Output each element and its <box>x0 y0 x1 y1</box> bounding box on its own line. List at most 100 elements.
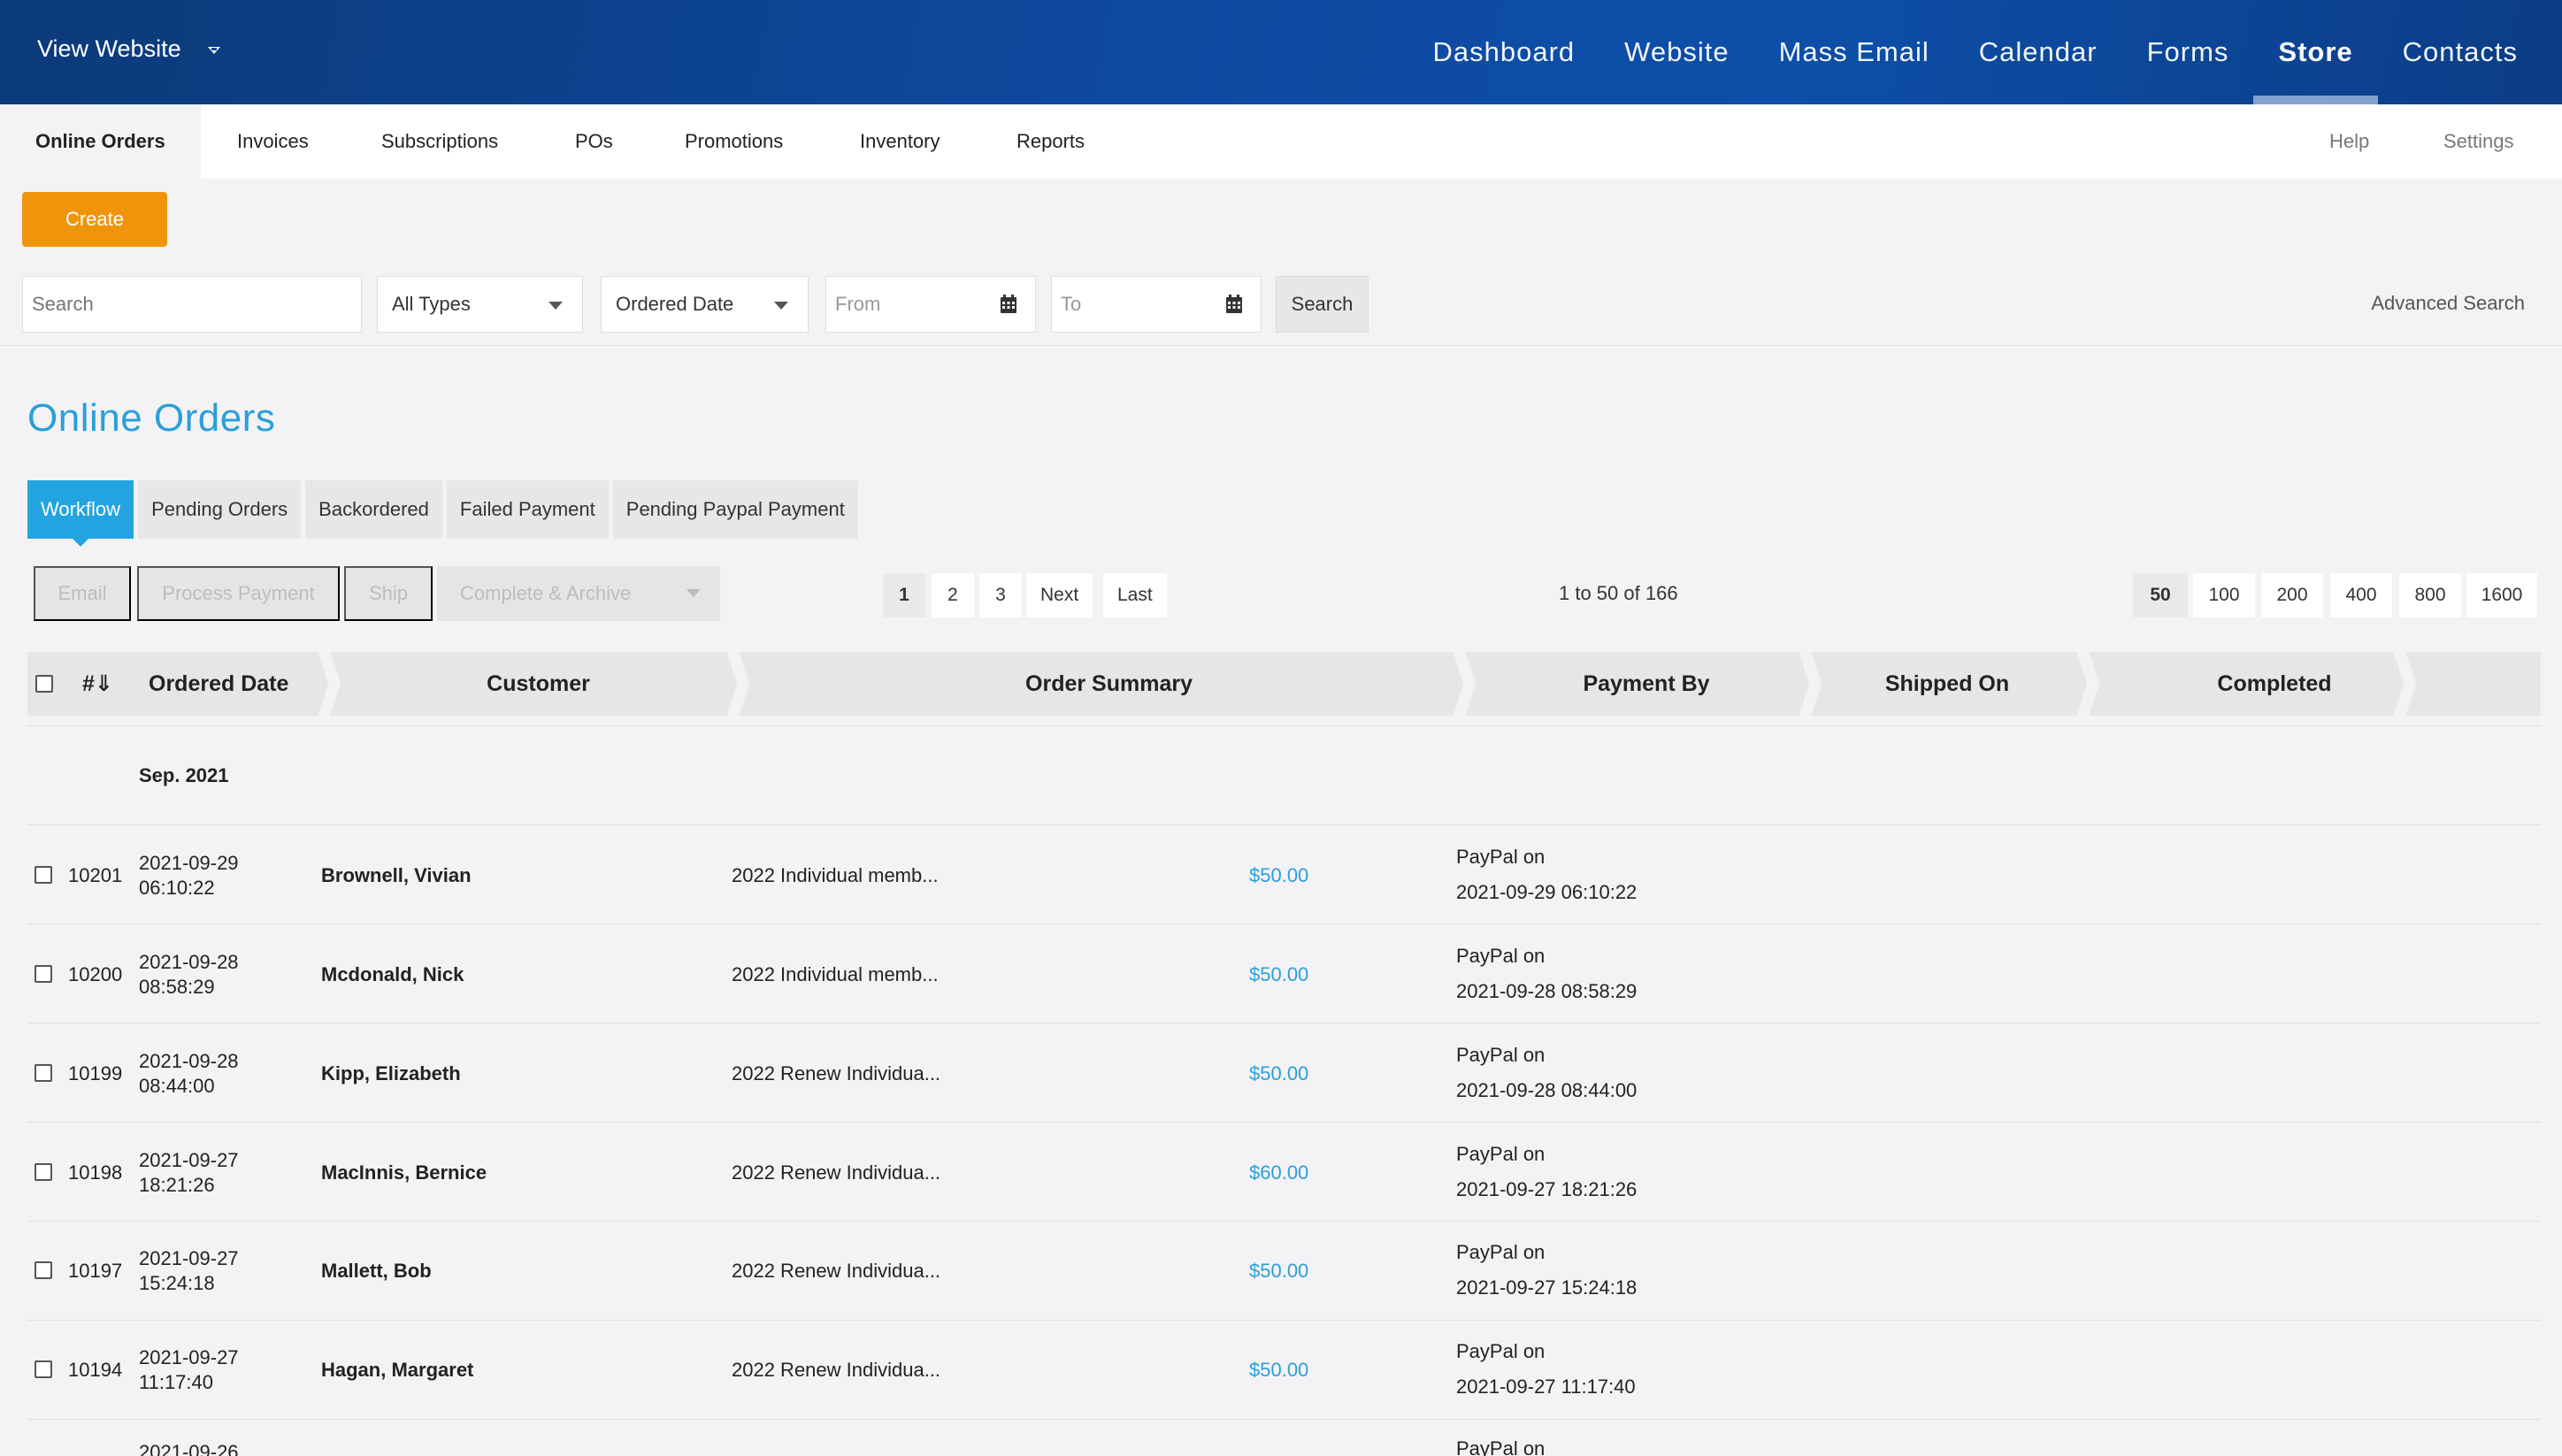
order-summary: 2022 Renew Individua... <box>732 1062 941 1084</box>
order-amount: $50.00 <box>1249 1062 1309 1084</box>
column-divider <box>732 652 744 716</box>
last-page-button[interactable]: Last <box>1103 573 1167 617</box>
order-number[interactable]: 10200 <box>68 962 122 987</box>
order-number[interactable]: 10198 <box>68 1161 122 1185</box>
subnav-reports[interactable]: Reports <box>1016 104 1085 179</box>
page-size-400[interactable]: 400 <box>2330 573 2392 617</box>
page-1-button[interactable]: 1 <box>883 573 925 617</box>
col-number[interactable]: #⇓ <box>82 652 113 716</box>
order-time: 11:17:40 <box>139 1371 214 1393</box>
view-website-dropdown[interactable]: View Website <box>37 35 220 63</box>
page-size-800[interactable]: 800 <box>2399 573 2461 617</box>
order-summary: 2022 Renew Individua... <box>732 1161 941 1184</box>
row-separator <box>27 923 2541 924</box>
order-number[interactable]: 10197 <box>68 1259 122 1284</box>
chevron-down-icon <box>548 302 563 310</box>
calendar-icon[interactable] <box>1000 295 1017 314</box>
calendar-icon[interactable] <box>1225 295 1243 314</box>
to-date-input[interactable]: To <box>1051 276 1262 333</box>
customer-name[interactable]: Brownell, Vivian <box>321 863 472 888</box>
order-date: 2021-09-27 <box>139 1346 239 1368</box>
subnav-pos[interactable]: POs <box>575 104 613 179</box>
nav-mass-email[interactable]: Mass Email <box>1779 0 1929 104</box>
tab-workflow[interactable]: Workflow <box>27 480 134 547</box>
row-checkbox[interactable] <box>35 1064 52 1082</box>
col-shipped-on[interactable]: Shipped On <box>1819 652 2075 716</box>
nav-contacts[interactable]: Contacts <box>2403 0 2518 104</box>
help-link[interactable]: Help <box>2329 104 2369 179</box>
nav-website[interactable]: Website <box>1624 0 1729 104</box>
order-number[interactable]: 10201 <box>68 863 122 888</box>
col-payment-by[interactable]: Payment By <box>1474 652 1819 716</box>
payment-date: 2021-09-28 08:44:00 <box>1456 1079 1638 1101</box>
row-checkbox[interactable] <box>35 965 52 983</box>
order-date: 2021-09-27 <box>139 1247 239 1269</box>
nav-store[interactable]: Store <box>2253 0 2378 104</box>
row-checkbox[interactable] <box>35 1360 52 1378</box>
create-button[interactable]: Create <box>22 192 167 247</box>
payment-method: PayPal on <box>1456 1044 1546 1066</box>
customer-name[interactable]: Mcdonald, Nick <box>321 962 464 987</box>
tab-pending-paypal-payment[interactable]: Pending Paypal Payment <box>612 480 858 539</box>
month-group-label: Sep. 2021 <box>139 764 229 786</box>
search-input[interactable] <box>22 276 362 333</box>
customer-name[interactable]: MacInnis, Bernice <box>321 1161 487 1185</box>
search-button[interactable]: Search <box>1276 276 1369 333</box>
page-2-button[interactable]: 2 <box>932 573 974 617</box>
subnav-subscriptions[interactable]: Subscriptions <box>381 104 498 179</box>
date-field-select[interactable]: Ordered Date <box>601 276 809 333</box>
order-time: 15:24:18 <box>139 1272 215 1294</box>
payment-method: PayPal on <box>1456 945 1546 967</box>
customer-name[interactable]: Mallett, Bob <box>321 1259 432 1284</box>
page-3-button[interactable]: 3 <box>979 573 1022 617</box>
order-amount: $50.00 <box>1249 864 1309 886</box>
type-select[interactable]: All Types <box>377 276 583 333</box>
order-summary: 2022 Renew Individua... <box>732 1359 941 1381</box>
subnav-inventory[interactable]: Inventory <box>860 104 940 179</box>
order-date: 2021-09-26 <box>139 1441 239 1456</box>
col-order-summary[interactable]: Order Summary <box>748 652 1469 716</box>
col-customer[interactable]: Customer <box>341 652 735 716</box>
nav-calendar[interactable]: Calendar <box>1979 0 2098 104</box>
customer-name[interactable]: Kipp, Elizabeth <box>321 1061 461 1086</box>
page-size-100[interactable]: 100 <box>2193 573 2255 617</box>
order-time: 06:10:22 <box>139 877 215 899</box>
order-date: 2021-09-28 <box>139 1050 239 1072</box>
tab-pending-orders[interactable]: Pending Orders <box>138 480 302 539</box>
page-size-50[interactable]: 50 <box>2133 573 2188 617</box>
order-number[interactable]: 10199 <box>68 1061 122 1086</box>
next-page-button[interactable]: Next <box>1026 573 1093 617</box>
top-navigation-bar: View Website Dashboard Website Mass Emai… <box>0 0 2562 104</box>
ship-button[interactable]: Ship <box>344 566 433 621</box>
column-divider <box>2082 652 2094 716</box>
email-button[interactable]: Email <box>34 566 131 621</box>
subnav-promotions[interactable]: Promotions <box>685 104 783 179</box>
order-date: 2021-09-27 <box>139 1149 239 1171</box>
page-title: Online Orders <box>27 396 276 440</box>
column-divider <box>1458 652 1470 716</box>
col-ordered-date[interactable]: Ordered Date <box>149 652 288 716</box>
results-range: 1 to 50 of 166 <box>1559 582 1678 604</box>
select-all-checkbox[interactable] <box>35 675 53 693</box>
row-checkbox[interactable] <box>35 1163 52 1181</box>
nav-forms[interactable]: Forms <box>2147 0 2229 104</box>
page-size-1600[interactable]: 1600 <box>2466 573 2537 617</box>
nav-dashboard[interactable]: Dashboard <box>1432 0 1575 104</box>
tab-backordered[interactable]: Backordered <box>305 480 442 539</box>
payment-method: PayPal on <box>1456 1340 1546 1362</box>
row-checkbox[interactable] <box>35 1261 52 1279</box>
complete-archive-dropdown[interactable]: Complete & Archive <box>437 566 720 621</box>
subnav-online-orders[interactable]: Online Orders <box>0 104 201 179</box>
order-status-tabs: Workflow Pending Orders Backordered Fail… <box>27 480 858 547</box>
page-size-200[interactable]: 200 <box>2261 573 2323 617</box>
from-date-input[interactable]: From <box>825 276 1036 333</box>
tab-failed-payment[interactable]: Failed Payment <box>446 480 609 539</box>
row-checkbox[interactable] <box>35 866 52 884</box>
order-number[interactable]: 10194 <box>68 1358 122 1383</box>
subnav-invoices[interactable]: Invoices <box>237 104 309 179</box>
settings-link[interactable]: Settings <box>2443 104 2514 179</box>
chevron-down-icon <box>687 589 701 597</box>
process-payment-button[interactable]: Process Payment <box>137 566 340 621</box>
customer-name[interactable]: Hagan, Margaret <box>321 1358 473 1383</box>
advanced-search-link[interactable]: Advanced Search <box>2371 292 2525 315</box>
